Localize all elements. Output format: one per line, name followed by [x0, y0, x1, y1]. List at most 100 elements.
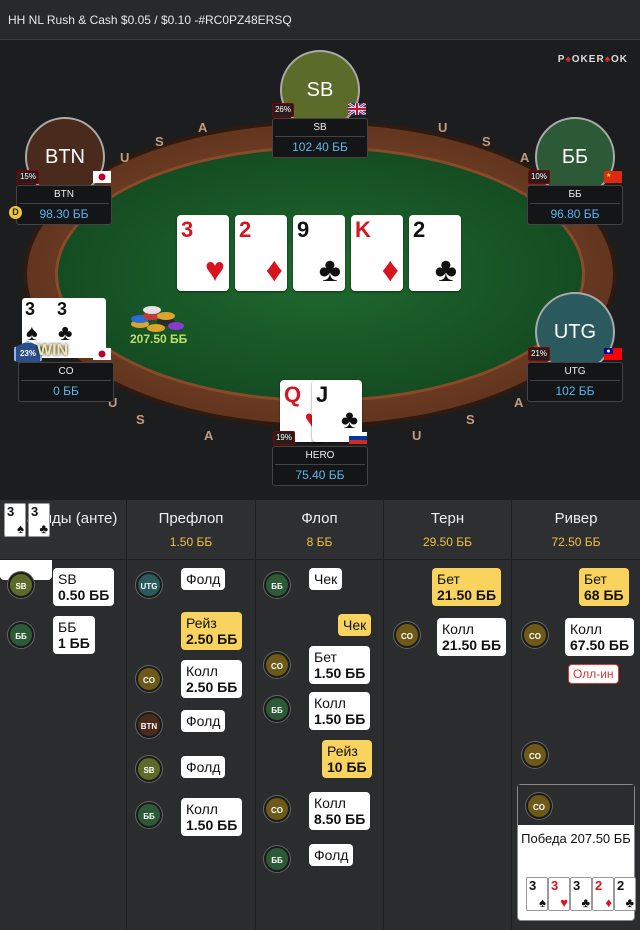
china-flag-icon: ★	[604, 171, 622, 183]
rail-letter: U	[120, 150, 130, 165]
action-bubble: Фолд	[181, 568, 226, 590]
action-label: Фолд	[186, 759, 221, 775]
action-bubble: Чек	[309, 568, 343, 590]
rail-letter: U	[438, 120, 448, 135]
mini-card: 3 ♠	[526, 877, 548, 911]
bb-nameplate: ББ 96.80 ББ	[527, 185, 623, 225]
card-rank: 2	[413, 217, 426, 242]
card-suit: ♣	[318, 251, 341, 289]
rail-letter: S	[155, 134, 164, 149]
hero-percent-badge: 19%	[273, 431, 295, 445]
card-rank: 2	[239, 217, 252, 242]
position-chip: CO	[522, 622, 548, 648]
action-label: Чек	[343, 617, 367, 633]
card-suit: ♦	[605, 895, 612, 910]
action-amount: 68 ББ	[584, 587, 624, 603]
column-pot: 72.50 ББ	[551, 535, 601, 549]
card-rank: 9	[297, 217, 310, 242]
card-suit: ♦	[381, 251, 399, 289]
taiwan-flag-icon	[604, 348, 622, 360]
utg-percent-badge: 21%	[528, 347, 550, 361]
rail-letter: S	[466, 412, 475, 427]
action-bubble: Колл 1.50 ББ	[309, 692, 371, 730]
action-label: Бет	[437, 571, 460, 587]
bb-stack: 96.80 ББ	[550, 207, 600, 221]
action-label: Колл	[314, 695, 346, 711]
sb-percent-badge: 26%	[272, 103, 294, 117]
column-pot: 1.50 ББ	[169, 535, 213, 549]
mini-card: 3 ♠	[4, 503, 26, 537]
utg-avatar-label: UTG	[553, 320, 597, 343]
rail-letter: A	[198, 120, 208, 135]
column-title: Терн	[430, 510, 465, 527]
action-bubble: Колл 67.50 ББ	[565, 618, 635, 656]
action-bubble: Колл 2.50 ББ	[181, 660, 243, 698]
card-rank: 3	[181, 217, 194, 242]
rail-letter: A	[520, 150, 530, 165]
pot-chips-icon	[131, 306, 184, 332]
board-card: 2 ♣	[409, 215, 461, 291]
position-chip: CO	[136, 666, 162, 692]
bb-name: ББ	[568, 189, 582, 200]
mini-card: 3 ♣	[570, 877, 592, 911]
card-suit: ♠	[17, 521, 24, 536]
mini-card: 2 ♦	[592, 877, 614, 911]
action-bubble: Бет 21.50 ББ	[432, 568, 502, 606]
svg-text:★: ★	[606, 172, 611, 179]
action-amount: 21.50 ББ	[437, 587, 497, 603]
bb-avatar-label: ББ	[561, 145, 589, 168]
action-bubble: Фолд	[181, 710, 226, 732]
action-label: Рейз	[186, 615, 217, 631]
column-title: Флоп	[301, 510, 338, 527]
action-bubble: SB 0.50 ББ	[53, 568, 115, 606]
co-stack: 0 ББ	[53, 384, 79, 398]
utg-nameplate: UTG 102 ББ	[527, 362, 623, 402]
action-amount: 1 ББ	[58, 635, 90, 651]
action-label: Бет	[314, 649, 337, 665]
position-chip: ББ	[264, 846, 290, 872]
poker-table-area: P♠OKER♠OK USAUSAUSAUSA SB SB 102.40 ББ 2…	[0, 40, 640, 500]
board-card: 2 ♦	[235, 215, 287, 291]
hero-nameplate: HERO 75.40 ББ	[272, 446, 368, 486]
rail-letter: U	[412, 428, 422, 443]
action-label: Рейз	[327, 743, 358, 759]
position-chip: ББ	[136, 802, 162, 828]
btn-name: BTN	[54, 189, 74, 200]
all-in-tag: Олл-ин	[568, 664, 619, 684]
card-suit: ♠	[539, 895, 546, 910]
action-bubble: Бет 68 ББ	[579, 568, 629, 606]
column-title: Префлоп	[158, 510, 224, 527]
action-amount: 1.50 ББ	[314, 665, 366, 681]
action-amount: 1.50 ББ	[314, 711, 366, 727]
column-title: Ривер	[554, 510, 598, 527]
card-rank: 2	[595, 878, 603, 893]
card-rank: K	[355, 217, 371, 242]
action-bubble: Бет 1.50 ББ	[309, 646, 371, 684]
action-bubble: Колл 8.50 ББ	[309, 792, 371, 830]
position-chip: CO	[264, 652, 290, 678]
position-chip: ББ	[264, 696, 290, 722]
action-label: Колл	[186, 663, 218, 679]
position-chip: SB	[8, 572, 34, 598]
action-amount: 1.50 ББ	[186, 817, 238, 833]
japan-flag-icon	[93, 348, 111, 360]
action-amount: 21.50 ББ	[442, 637, 502, 653]
action-bubble: Фолд	[181, 756, 226, 778]
column-turn: Терн 29.50 ББ	[384, 500, 512, 930]
btn-stack: 98.30 ББ	[39, 207, 89, 221]
rail-letter: A	[514, 395, 524, 410]
position-chip: BTN	[136, 712, 162, 738]
action-label: Фолд	[314, 847, 349, 863]
column-pot: 29.50 ББ	[422, 535, 473, 549]
btn-avatar-label: BTN	[45, 145, 85, 168]
action-label: ББ	[58, 619, 77, 635]
action-amount: 8.50 ББ	[314, 811, 366, 827]
action-bubble: Колл 21.50 ББ	[437, 618, 507, 656]
position-chip: CO	[264, 796, 290, 822]
action-bubble: Фолд	[309, 844, 354, 866]
btn-percent-badge: 15%	[17, 170, 39, 184]
action-bubble: ББ 1 ББ	[53, 616, 95, 654]
dealer-button: D	[9, 206, 22, 219]
rail-letter: S	[136, 412, 145, 427]
action-bubble: Рейз 2.50 ББ	[181, 612, 243, 650]
